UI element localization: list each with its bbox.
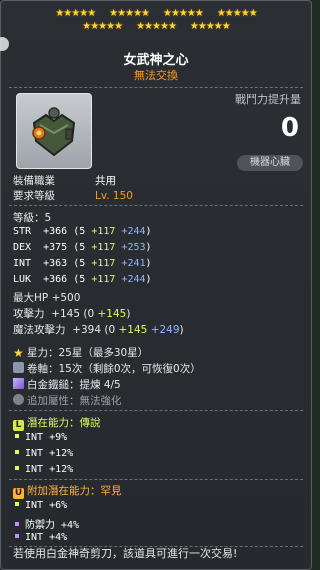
trade-status: 無法交換 — [134, 69, 178, 82]
stat-total: +375 — [43, 242, 68, 253]
req-level-row: 要求等級 Lv. 150 — [13, 188, 133, 203]
grade-line: 等級：5 — [13, 212, 52, 224]
additional-line: INT +6% — [13, 500, 67, 511]
bullet-icon — [15, 450, 19, 454]
additional-line: 防禦力 +4% — [13, 516, 79, 531]
item-tooltip: ★★★★★ ★★★★★ ★★★★★ ★★★★★ ★★★★★ ★★★★★ ★★★★… — [0, 0, 312, 570]
item-type-badge: 機器心臟 — [237, 155, 303, 171]
divider — [9, 479, 303, 480]
additional-line: INT +4% — [13, 532, 67, 543]
stat-base: 5 — [79, 258, 86, 269]
stat-line-luk: LUK +366 (5 +117 +244) — [13, 274, 152, 285]
additional-potential-title: 附加潛在能力：罕見 — [27, 485, 122, 497]
additional-potential-header: U 附加潛在能力：罕見 — [13, 483, 122, 499]
combat-power-label: 戰鬥力提升量 — [235, 93, 301, 106]
gear-icon — [13, 394, 24, 405]
bullet-icon — [15, 534, 19, 538]
magic-attack-extra: +249 — [150, 324, 180, 336]
star-icon: ★ — [13, 346, 24, 360]
stat-total: +366 — [43, 274, 68, 285]
potential-line: INT +9% — [13, 432, 67, 443]
magic-attack-label: 魔法攻擊力 — [13, 324, 66, 336]
equip-job-label: 裝備職業 — [13, 175, 55, 187]
item-image — [16, 93, 92, 169]
attack-label: 攻擊力 — [13, 308, 45, 320]
stat-name: DEX — [13, 242, 32, 253]
stat-name: LUK — [13, 274, 32, 285]
starforce-text: 星力：25星（最多30星） — [27, 347, 149, 359]
stat-extra: +241 — [121, 258, 146, 269]
star-group: ★★★★★ — [189, 21, 231, 32]
scroll-text: 卷軸：15次（剩餘0次，可恢復0次） — [27, 363, 201, 375]
hammer-line: 白金鐵鎚：提煉 4/5 — [13, 377, 121, 392]
stat-line-dex: DEX +375 (5 +117 +253) — [13, 242, 152, 253]
req-level-value: Lv. 150 — [95, 190, 133, 202]
magic-attack-total: +394 — [72, 324, 102, 336]
item-title: 女武神之心 — [123, 53, 189, 68]
potential-line: INT +12% — [13, 448, 73, 459]
heart-gear-icon — [32, 107, 76, 157]
bullet-icon — [15, 434, 19, 438]
scroll-line: 卷軸：15次（剩餘0次，可恢復0次） — [13, 361, 201, 376]
potential-header: L 潛在能力：傳說 — [13, 415, 101, 431]
stat-bonus: +117 — [91, 226, 116, 237]
trade-notice: 若使用白金神奇剪刀，該道具可進行一次交易! — [13, 547, 238, 560]
stat-extra: +244 — [121, 226, 146, 237]
divider — [9, 205, 303, 206]
extra-option-text: 追加屬性：無法強化 — [27, 395, 122, 407]
magic-attack-line: 魔法攻擊力 +394 (0 +145 +249) — [13, 324, 184, 336]
star-group: ★★★★★ — [136, 21, 177, 32]
hammer-icon — [13, 378, 24, 389]
stat-bonus: +117 — [91, 242, 116, 253]
potential-line: INT +12% — [13, 464, 73, 475]
attack-base: 0 — [87, 308, 95, 320]
starforce-line: ★ 星力：25星（最多30星） — [13, 345, 148, 360]
hammer-text: 白金鐵鎚：提煉 4/5 — [27, 379, 121, 391]
stat-extra: +244 — [121, 274, 146, 285]
star-group: ★★★★★ — [55, 8, 96, 19]
star-row-1: ★★★★★ ★★★★★ ★★★★★ ★★★★★ — [1, 7, 311, 20]
equip-job-value: 共用 — [95, 175, 116, 187]
stat-base: 5 — [79, 226, 86, 237]
scroll-icon — [13, 362, 24, 373]
stat-name: INT — [13, 258, 32, 269]
maxhp-line: 最大HP +500 — [13, 292, 81, 304]
combat-power-value: 0 — [280, 113, 299, 143]
legendary-badge-icon: L — [13, 420, 24, 431]
magic-attack-base: 0 — [108, 324, 116, 336]
star-group: ★★★★★ — [163, 8, 204, 19]
star-group: ★★★★★ — [216, 8, 258, 19]
attack-line: 攻擊力 +145 (0 +145) — [13, 308, 131, 320]
attack-bonus: +145 — [97, 308, 127, 320]
bullet-icon — [15, 522, 19, 526]
divider — [9, 87, 303, 88]
stat-total: +366 — [43, 226, 68, 237]
attack-total: +145 — [51, 308, 81, 320]
bullet-icon — [15, 466, 19, 470]
equip-job-row: 裝備職業 共用 — [13, 173, 116, 188]
stat-line-str: STR +366 (5 +117 +244) — [13, 226, 152, 237]
bullet-icon — [15, 502, 19, 506]
star-group: ★★★★★ — [109, 8, 150, 19]
star-group: ★★★★★ — [82, 21, 123, 32]
star-force-row: ★★★★★ ★★★★★ ★★★★★ ★★★★★ ★★★★★ ★★★★★ ★★★★… — [1, 7, 311, 33]
potential-title: 潛在能力：傳說 — [27, 417, 101, 429]
stat-base: 5 — [79, 274, 86, 285]
unique-badge-icon: U — [13, 488, 24, 499]
stat-name: STR — [13, 226, 32, 237]
req-level-label: 要求等級 — [13, 190, 55, 202]
stat-line-int: INT +363 (5 +117 +241) — [13, 258, 152, 269]
stat-total: +363 — [43, 258, 68, 269]
stat-extra: +253 — [121, 242, 146, 253]
stat-bonus: +117 — [91, 258, 116, 269]
magic-attack-bonus: +145 — [118, 324, 148, 336]
star-row-2: ★★★★★ ★★★★★ ★★★★★ — [1, 20, 311, 33]
stat-bonus: +117 — [91, 274, 116, 285]
extra-option-line: 追加屬性：無法強化 — [13, 393, 122, 408]
stat-base: 5 — [79, 242, 86, 253]
divider — [9, 410, 303, 411]
